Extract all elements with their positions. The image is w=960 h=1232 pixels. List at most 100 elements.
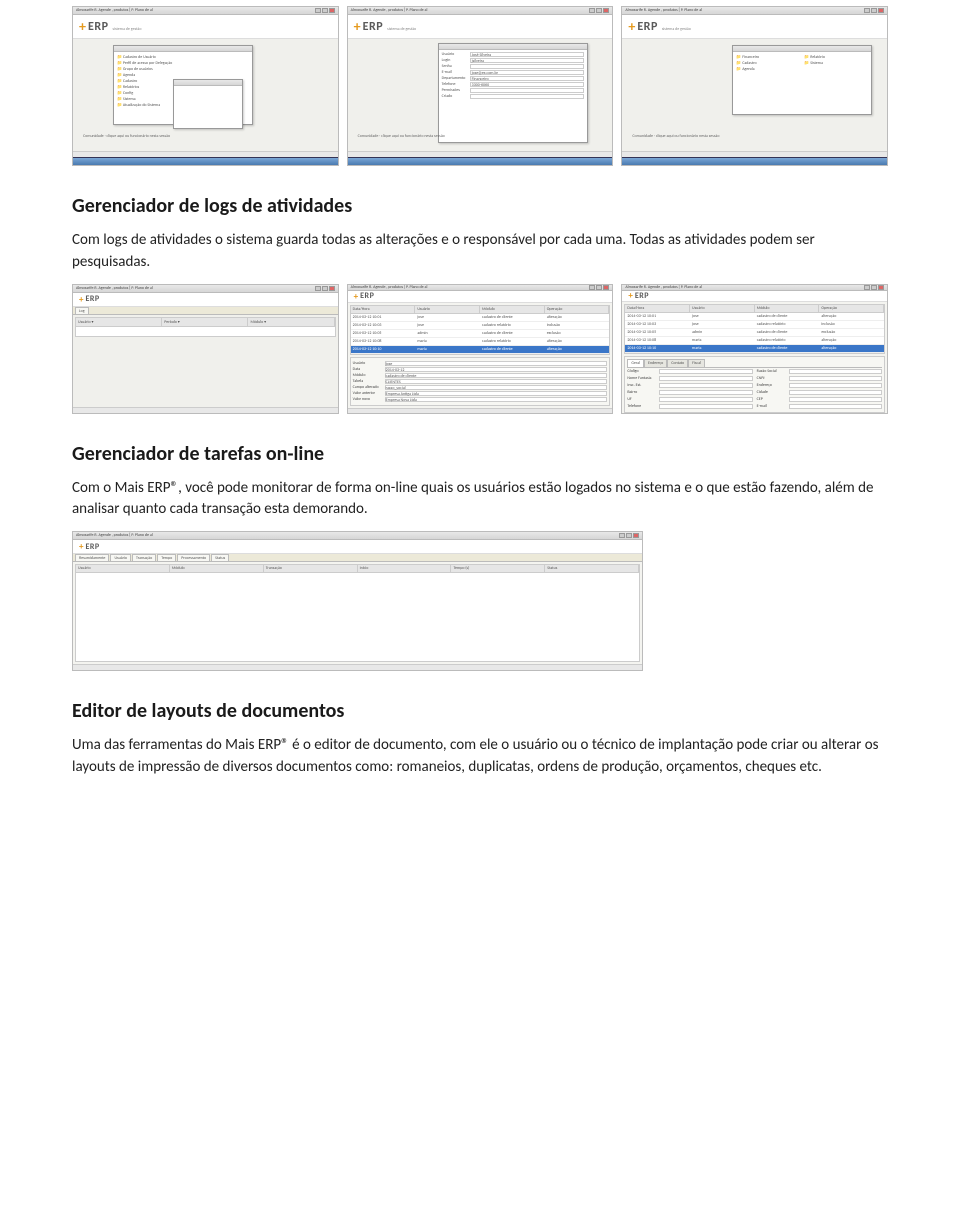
- table-row[interactable]: 2014-03-12 10:08mariacadastro relatórioa…: [351, 338, 610, 346]
- col-header[interactable]: Data/Hora: [625, 305, 690, 312]
- table-header: Data/Hora Usuário Módulo Operação: [351, 306, 610, 314]
- table-row[interactable]: 2014-03-12 10:08mariacadastro relatórioa…: [625, 337, 884, 345]
- form-input[interactable]: [659, 397, 752, 402]
- form-input[interactable]: [659, 390, 752, 395]
- form-input[interactable]: [789, 404, 882, 409]
- table-row[interactable]: 2014-03-12 10:01josecadastro de clientea…: [625, 313, 884, 321]
- permissions-tree[interactable]: Financeiro Cadastro Agenda Relatório Sis…: [733, 52, 871, 76]
- col-header[interactable]: Usuário: [76, 565, 170, 572]
- maximize-button[interactable]: [322, 286, 328, 291]
- form-value: razao_social: [385, 385, 608, 390]
- app-body: Data/Hora Usuário Módulo Operação 2014-0…: [348, 303, 613, 408]
- close-button[interactable]: [878, 8, 884, 13]
- filter-cell[interactable]: Módulo ▾: [248, 318, 334, 326]
- col-header[interactable]: Operação: [545, 306, 610, 313]
- form-input[interactable]: José Silveira: [470, 52, 584, 57]
- col-header[interactable]: Módulo: [170, 565, 264, 572]
- window-buttons: [589, 8, 609, 13]
- filter-row: Usuário ▾ Período ▾ Módulo ▾: [76, 318, 335, 327]
- form-input[interactable]: jose@ex.com.br: [470, 70, 584, 75]
- tab[interactable]: Usuário: [110, 554, 131, 561]
- close-button[interactable]: [878, 285, 884, 290]
- col-header[interactable]: Transação: [264, 565, 358, 572]
- screenshot-1c: Almoxarife R. Agende , produtos [ P. Pla…: [621, 6, 888, 166]
- form-input[interactable]: [789, 383, 882, 388]
- minimize-button[interactable]: [589, 285, 595, 290]
- col-header[interactable]: Início: [358, 565, 452, 572]
- form-input[interactable]: [470, 94, 584, 99]
- form-input[interactable]: [659, 383, 752, 388]
- form-input[interactable]: [659, 404, 752, 409]
- tab[interactable]: Resumidamente: [75, 554, 109, 561]
- table-row[interactable]: 2014-03-12 10:03josecadastro relatórioin…: [625, 321, 884, 329]
- minimize-button[interactable]: [315, 8, 321, 13]
- form-label: CNPJ: [757, 376, 787, 381]
- close-button[interactable]: [603, 8, 609, 13]
- maximize-button[interactable]: [626, 533, 632, 538]
- table-row-selected[interactable]: 2014-03-12 10:10mariacadastro de cliente…: [351, 346, 610, 354]
- col-header[interactable]: Usuário: [415, 306, 480, 313]
- screenshot-2b: Almoxarife R. Agende , produtos [ P. Pla…: [347, 284, 614, 414]
- col-header[interactable]: Data/Hora: [351, 306, 416, 313]
- logo-erp-text: ERP: [363, 20, 384, 34]
- form-input[interactable]: [789, 369, 882, 374]
- col-header[interactable]: Operação: [819, 305, 884, 312]
- col-header[interactable]: Módulo: [480, 306, 545, 313]
- close-button[interactable]: [603, 285, 609, 290]
- form-label: Valor novo: [353, 397, 383, 402]
- maximize-button[interactable]: [596, 8, 602, 13]
- col-header[interactable]: Status: [545, 565, 639, 572]
- tab[interactable]: Log: [75, 307, 89, 314]
- screenshot-row-3: Almoxarife R. Agende , produtos [ P. Pla…: [72, 531, 888, 671]
- form-input[interactable]: [789, 390, 882, 395]
- tab[interactable]: Transação: [132, 554, 156, 561]
- tab[interactable]: Status: [211, 554, 229, 561]
- minimize-button[interactable]: [619, 533, 625, 538]
- table-row-selected[interactable]: 2014-03-12 10:10mariacadastro de cliente…: [625, 345, 884, 353]
- col-header[interactable]: Tempo (s): [451, 565, 545, 572]
- col-header[interactable]: Usuário: [690, 305, 755, 312]
- titlebar-text: Almoxarife R. Agende , produtos [ P. Pla…: [625, 285, 702, 290]
- close-button[interactable]: [633, 533, 639, 538]
- table-row[interactable]: 2014-03-12 10:03josecadastro relatórioin…: [351, 322, 610, 330]
- form-input[interactable]: Financeiro: [470, 76, 584, 81]
- form-input[interactable]: [470, 88, 584, 93]
- maximize-button[interactable]: [322, 8, 328, 13]
- col-header[interactable]: Módulo: [755, 305, 820, 312]
- status-hint: Comunidade · clique aqui ou funcionário …: [358, 134, 445, 139]
- form-input[interactable]: [789, 397, 882, 402]
- form-label: Módulo: [353, 373, 383, 378]
- close-button[interactable]: [329, 8, 335, 13]
- form-input[interactable]: [659, 369, 752, 374]
- form-input[interactable]: jsilveira: [470, 58, 584, 63]
- heading-logs: Gerenciador de logs de atividades: [72, 194, 888, 218]
- tab[interactable]: Contato: [667, 359, 688, 367]
- tab[interactable]: Geral: [627, 359, 644, 367]
- form-label: Senha: [442, 64, 468, 69]
- filter-cell[interactable]: Usuário ▾: [76, 318, 162, 326]
- maximize-button[interactable]: [871, 8, 877, 13]
- window-buttons: [864, 8, 884, 13]
- maximize-button[interactable]: [871, 285, 877, 290]
- tab[interactable]: Fiscal: [688, 359, 705, 367]
- form-input[interactable]: [659, 376, 752, 381]
- filter-cell[interactable]: Período ▾: [162, 318, 248, 326]
- tab[interactable]: Endereço: [644, 359, 667, 367]
- table-row[interactable]: 2014-03-12 10:05admincadastro de cliente…: [625, 329, 884, 337]
- minimize-button[interactable]: [315, 286, 321, 291]
- tab[interactable]: Tempo: [157, 554, 176, 561]
- table-row[interactable]: 2014-03-12 10:01josecadastro de clientea…: [351, 314, 610, 322]
- close-button[interactable]: [329, 286, 335, 291]
- table-row[interactable]: 2014-03-12 10:05admincadastro de cliente…: [351, 330, 610, 338]
- tree-node[interactable]: Agenda: [736, 67, 800, 73]
- tree-node[interactable]: Sistema: [804, 61, 868, 67]
- minimize-button[interactable]: [589, 8, 595, 13]
- tab[interactable]: Processamento: [177, 554, 210, 561]
- form-value: Empresa Nova Ltda: [385, 397, 608, 402]
- maximize-button[interactable]: [596, 285, 602, 290]
- form-input[interactable]: [789, 376, 882, 381]
- minimize-button[interactable]: [864, 8, 870, 13]
- minimize-button[interactable]: [864, 285, 870, 290]
- form-input[interactable]: 3300-6060: [470, 82, 584, 87]
- form-input[interactable]: [470, 64, 584, 69]
